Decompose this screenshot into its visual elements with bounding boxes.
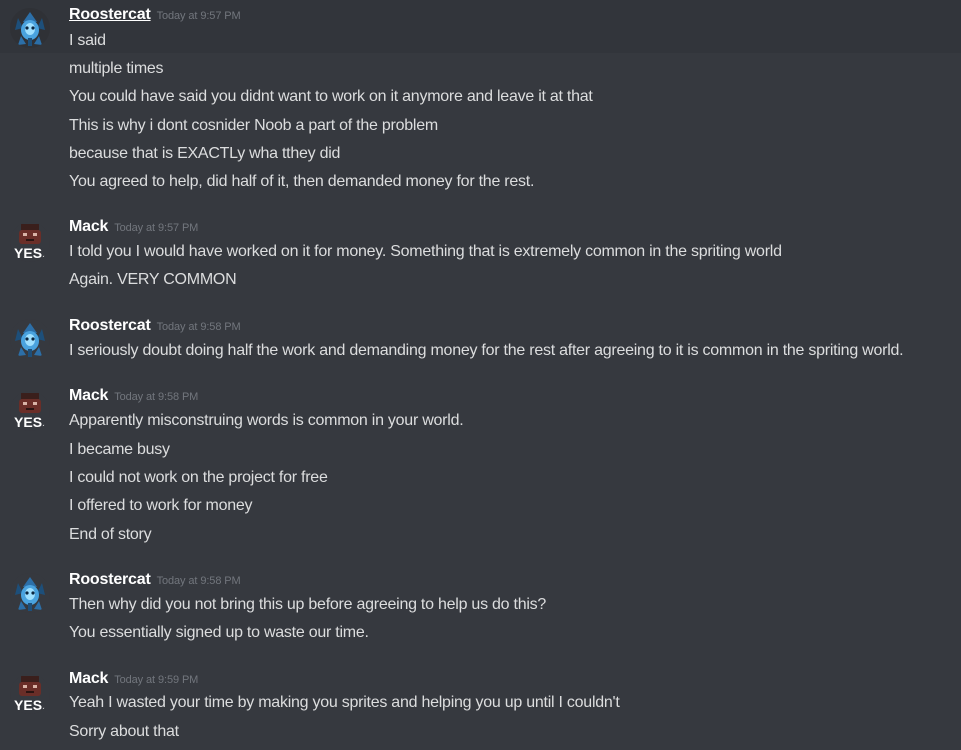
yes-avatar-icon[interactable]: YES. [10, 222, 50, 262]
message-header: Mack Today at 9:58 PM [69, 387, 198, 407]
message-text: Sorry about that [69, 723, 179, 740]
message-text: Then why did you not bring this up befor… [69, 596, 547, 613]
message-text: I told you I would have worked on it for… [69, 243, 782, 260]
username[interactable]: Roostercat [69, 6, 151, 23]
message-text: I seriously doubt doing half the work an… [69, 342, 904, 359]
message-text: Again. VERY COMMON [69, 271, 237, 288]
robot-cat-avatar-icon[interactable] [10, 319, 50, 359]
timestamp[interactable]: Today at 9:59 PM [114, 674, 198, 686]
message-text: I offered to work for money [69, 497, 253, 514]
message-text: I became busy [69, 441, 170, 458]
avatar-text: YES. [14, 697, 46, 713]
username[interactable]: Mack [69, 218, 108, 235]
username[interactable]: Roostercat [69, 317, 151, 334]
message-header: Mack Today at 9:57 PM [69, 218, 198, 238]
message-header: Roostercat Today at 9:57 PM [69, 6, 241, 26]
username[interactable]: Mack [69, 387, 108, 404]
message-header: Roostercat Today at 9:58 PM [69, 571, 241, 591]
message-text: multiple times [69, 60, 164, 77]
message-text: Apparently misconstruing words is common… [69, 412, 464, 429]
username[interactable]: Mack [69, 670, 108, 687]
message-text: I said [69, 32, 106, 49]
message-text: This is why i dont cosnider Noob a part … [69, 117, 438, 134]
timestamp[interactable]: Today at 9:57 PM [114, 222, 198, 234]
avatar-text: YES. [14, 245, 46, 261]
robot-cat-avatar-icon[interactable] [10, 8, 50, 48]
message-text: You agreed to help, did half of it, then… [69, 173, 535, 190]
message-text: End of story [69, 526, 152, 543]
username[interactable]: Roostercat [69, 571, 151, 588]
timestamp[interactable]: Today at 9:57 PM [157, 10, 241, 22]
message-text: You essentially signed up to waste our t… [69, 624, 369, 641]
timestamp[interactable]: Today at 9:58 PM [157, 321, 241, 333]
yes-avatar-icon[interactable]: YES. [10, 391, 50, 431]
message-text: I could not work on the project for free [69, 469, 328, 486]
message-text: You could have said you didnt want to wo… [69, 88, 593, 105]
avatar-text: YES. [14, 414, 46, 430]
chat-messages: Roostercat Today at 9:57 PM I said multip… [0, 0, 961, 750]
message-text: because that is EXACTLy wha tthey did [69, 145, 341, 162]
robot-cat-avatar-icon[interactable] [10, 573, 50, 613]
message-text: Yeah I wasted your time by making you sp… [69, 694, 620, 711]
timestamp[interactable]: Today at 9:58 PM [114, 391, 198, 403]
timestamp[interactable]: Today at 9:58 PM [157, 575, 241, 587]
message-header: Roostercat Today at 9:58 PM [69, 317, 241, 337]
yes-avatar-icon[interactable]: YES. [10, 674, 50, 714]
message-header: Mack Today at 9:59 PM [69, 670, 198, 690]
